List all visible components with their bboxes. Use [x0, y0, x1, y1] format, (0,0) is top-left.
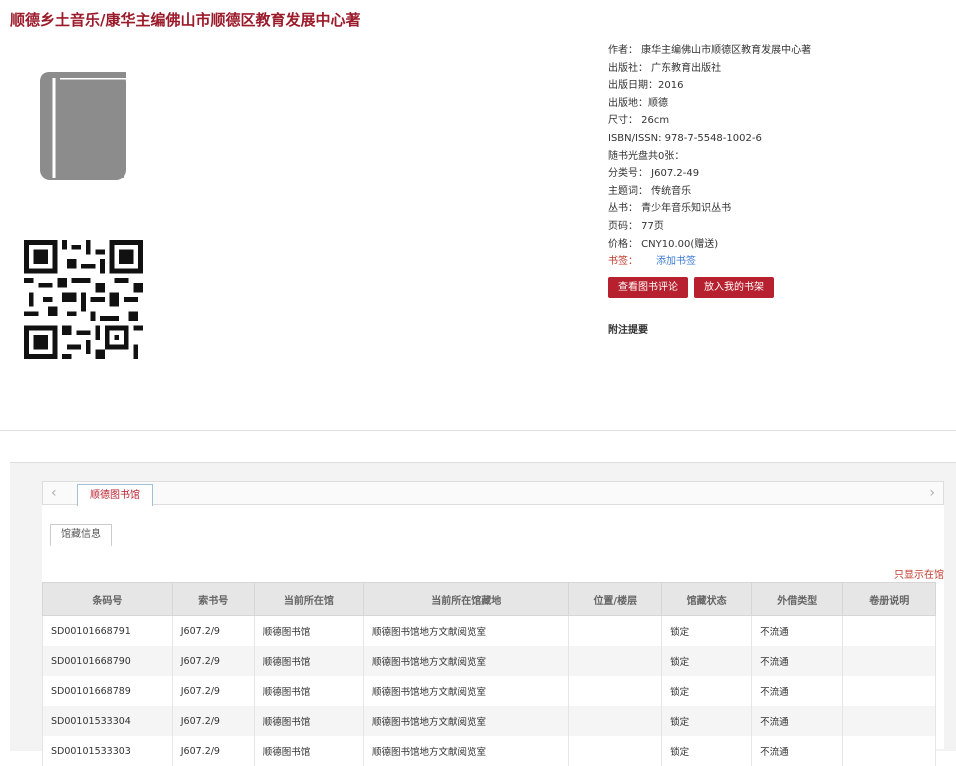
table-header-row: 条码号 索书号 当前所在馆 当前所在馆藏地 位置/楼层 馆藏状态 外借类型 卷册… — [42, 582, 936, 616]
qr-code-icon — [24, 240, 143, 359]
cell-volume-note — [842, 736, 936, 766]
cell-call-number: J607.2/9 — [171, 706, 255, 736]
col-loan-type: 外借类型 — [751, 582, 844, 616]
cell-status: 锁定 — [661, 615, 753, 646]
col-barcode: 条码号 — [42, 582, 173, 616]
info-publisher: 出版社： 广东教育出版社 — [608, 62, 722, 74]
library-tabbar: ‹ 顺德图书馆 › — [42, 481, 944, 506]
cell-volume-note — [842, 676, 936, 706]
cell-volume-note — [842, 615, 936, 646]
cell-volume-note — [842, 706, 936, 736]
holdings-inner: ‹ 顺德图书馆 › 馆藏信息 只显示在馆 条码号 索书号 当前所在馆 当前所在馆… — [42, 481, 944, 766]
info-date: 出版日期：2016 — [608, 80, 684, 92]
cell-volume-note — [842, 646, 936, 676]
cell-location: 顺德图书馆地方文献阅览室 — [363, 615, 570, 646]
info-disc: 随书光盘共0张： — [608, 150, 685, 162]
view-review-button[interactable]: 查看图书评论 — [608, 277, 688, 298]
cell-status: 锁定 — [661, 676, 753, 706]
cell-call-number: J607.2/9 — [171, 646, 255, 676]
cell-loan-type: 不流通 — [751, 676, 844, 706]
col-location: 当前所在馆藏地 — [363, 582, 570, 616]
cell-barcode: SD00101668790 — [42, 646, 173, 676]
info-class: 分类号： J607.2-49 — [608, 168, 700, 180]
table-row[interactable]: SD00101668789 J607.2/9 顺德图书馆 顺德图书馆地方文献阅览… — [42, 676, 936, 706]
cell-floor — [568, 615, 663, 646]
cell-loan-type: 不流通 — [751, 615, 844, 646]
cell-status: 锁定 — [661, 646, 753, 676]
holdings-table: 条码号 索书号 当前所在馆 当前所在馆藏地 位置/楼层 馆藏状态 外借类型 卷册… — [42, 582, 936, 766]
cell-loan-type: 不流通 — [751, 736, 844, 766]
info-tag-row: 书签： 添加书签 — [608, 253, 811, 271]
cell-location: 顺德图书馆地方文献阅览室 — [363, 646, 570, 676]
cell-floor — [568, 706, 663, 736]
notes-heading: 附注提要 — [608, 325, 648, 336]
cell-call-number: J607.2/9 — [171, 615, 255, 646]
col-library: 当前所在馆 — [253, 582, 365, 616]
cell-floor — [568, 646, 663, 676]
tab-holding-info[interactable]: 馆藏信息 — [50, 524, 112, 547]
chevron-right-icon[interactable]: › — [929, 485, 935, 501]
cell-library: 顺德图书馆 — [253, 676, 365, 706]
info-place: 出版地：顺德 — [608, 97, 668, 109]
info-pages: 页码： 77页 — [608, 220, 664, 232]
col-volume-note: 卷册说明 — [842, 582, 936, 616]
cell-loan-type: 不流通 — [751, 706, 844, 736]
info-size: 尺寸： 26cm — [608, 115, 670, 127]
add-tag-link[interactable]: 添加书签 — [656, 256, 696, 267]
info-series: 丛书： 青少年音乐知识丛书 — [608, 203, 732, 215]
cell-barcode: SD00101533304 — [42, 706, 173, 736]
cell-call-number: J607.2/9 — [171, 676, 255, 706]
cell-location: 顺德图书馆地方文献阅览室 — [363, 736, 570, 766]
cell-location: 顺德图书馆地方文献阅览室 — [363, 676, 570, 706]
table-row[interactable]: SD00101533303 J607.2/9 顺德图书馆 顺德图书馆地方文献阅览… — [42, 736, 936, 766]
cell-library: 顺德图书馆 — [253, 615, 365, 646]
page-title: 顺德乡土音乐/康华主编佛山市顺德区教育发展中心著 — [10, 11, 361, 29]
table-row[interactable]: SD00101668790 J607.2/9 顺德图书馆 顺德图书馆地方文献阅览… — [42, 646, 936, 676]
chevron-left-icon[interactable]: ‹ — [51, 485, 57, 501]
cell-barcode: SD00101533303 — [42, 736, 173, 766]
cell-library: 顺德图书馆 — [253, 736, 365, 766]
col-call-number: 索书号 — [171, 582, 255, 616]
cell-loan-type: 不流通 — [751, 646, 844, 676]
tag-label: 书签： — [608, 256, 638, 268]
info-price: 价格： CNY10.00(赠送) — [608, 238, 719, 250]
table-row[interactable]: SD00101533304 J607.2/9 顺德图书馆 顺德图书馆地方文献阅览… — [42, 706, 936, 736]
cell-library: 顺德图书馆 — [253, 646, 365, 676]
cell-status: 锁定 — [661, 706, 753, 736]
info-isbn: ISBN/ISSN: 978-7-5548-1002-6 — [608, 132, 762, 144]
cell-location: 顺德图书馆地方文献阅览室 — [363, 706, 570, 736]
info-author: 作者： 康华主编佛山市顺德区教育发展中心著 — [608, 45, 812, 56]
tab-library[interactable]: 顺德图书馆 — [77, 484, 153, 506]
cell-barcode: SD00101668789 — [42, 676, 173, 706]
col-floor: 位置/楼层 — [568, 582, 663, 616]
cell-barcode: SD00101668791 — [42, 615, 173, 646]
col-status: 馆藏状态 — [661, 582, 753, 616]
holdings-panel: ‹ 顺德图书馆 › 馆藏信息 只显示在馆 条码号 索书号 当前所在馆 当前所在馆… — [10, 462, 956, 766]
only-show-available-link[interactable]: 只显示在馆 — [894, 566, 944, 581]
divider — [0, 430, 956, 431]
cell-library: 顺德图书馆 — [253, 706, 365, 736]
cell-floor — [568, 736, 663, 766]
book-icon — [40, 72, 126, 180]
action-buttons: 查看图书评论 放入我的书架 — [608, 275, 780, 298]
book-info: 作者： 康华主编佛山市顺德区教育发展中心著 出版社： 广东教育出版社 出版日期：… — [608, 42, 811, 271]
cell-call-number: J607.2/9 — [171, 736, 255, 766]
table-row[interactable]: SD00101668791 J607.2/9 顺德图书馆 顺德图书馆地方文献阅览… — [42, 615, 936, 646]
add-to-shelf-button[interactable]: 放入我的书架 — [694, 277, 774, 298]
cell-floor — [568, 676, 663, 706]
cell-status: 锁定 — [661, 736, 753, 766]
info-subject: 主题词： 传统音乐 — [608, 185, 692, 197]
